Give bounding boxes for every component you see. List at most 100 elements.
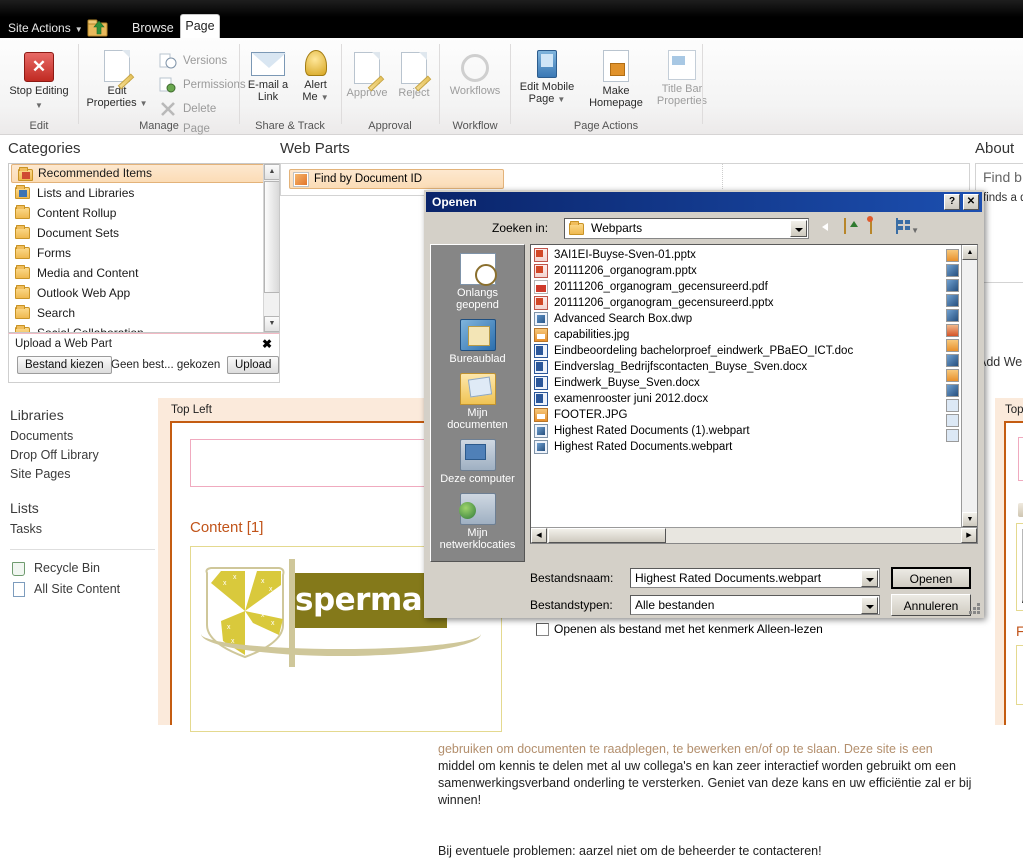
delete-page-button[interactable]: Delete Page	[157, 99, 239, 135]
scroll-thumb[interactable]	[548, 528, 666, 543]
file-list-item[interactable]: examenrooster juni 2012.docx	[532, 391, 942, 407]
new-folder-icon[interactable]	[870, 218, 890, 238]
file-list-item[interactable]: Highest Rated Documents (1).webpart	[532, 423, 942, 439]
file-list-item[interactable]: FOOTER.JPG	[532, 407, 942, 423]
category-item-content-rollup[interactable]: Content Rollup	[9, 203, 279, 223]
file-list-horizontal-scrollbar[interactable]: ◀ ▶	[531, 527, 977, 543]
dialog-titlebar[interactable]: Openen ? ✕	[426, 192, 982, 212]
category-item-lists-and-libraries[interactable]: Lists and Libraries	[9, 183, 279, 203]
file-list-vertical-scrollbar[interactable]: ▲ ▼	[961, 245, 977, 527]
up-folder-icon[interactable]	[844, 218, 864, 238]
cancel-button[interactable]: Annuleren	[891, 594, 971, 616]
filename-label: Bestandsnaam:	[530, 571, 614, 585]
make-homepage-label-2: Homepage	[589, 97, 643, 109]
title-bar-properties-button[interactable]: Title Bar Properties	[649, 50, 715, 107]
nav-item-documents[interactable]: Documents	[10, 427, 155, 446]
file-list-item[interactable]: 20111206_organogram.pptx	[532, 263, 942, 279]
filetype-combo[interactable]: Alle bestanden	[630, 595, 880, 615]
file-list-item-selected[interactable]: Highest Rated Documents.webpart	[532, 439, 942, 455]
back-icon[interactable]	[818, 219, 838, 238]
scroll-down-button[interactable]: ▼	[264, 316, 279, 332]
edit-properties-icon	[104, 50, 135, 90]
open-button[interactable]: Openen	[891, 567, 971, 589]
make-homepage-button[interactable]: Make Homepage	[581, 50, 651, 109]
chevron-down-icon[interactable]	[861, 570, 878, 587]
tab-browse[interactable]: Browse	[122, 17, 184, 39]
place-my-computer[interactable]: Deze computer	[431, 431, 524, 485]
chevron-down-icon[interactable]	[861, 597, 878, 614]
place-my-documents[interactable]: Mijn documenten	[431, 365, 524, 431]
category-item-search[interactable]: Search	[9, 303, 279, 323]
scroll-thumb[interactable]	[264, 181, 279, 293]
chevron-down-icon[interactable]: ▼	[35, 101, 43, 110]
edit-properties-button[interactable]: Edit Properties ▼	[79, 50, 155, 110]
place-network-places[interactable]: Mijn netwerklocaties	[431, 485, 524, 551]
file-list-item[interactable]: 3AI1EI-Buyse-Sven-01.pptx	[532, 247, 942, 263]
scroll-left-button[interactable]: ◀	[531, 528, 547, 543]
navigate-up-icon[interactable]	[86, 18, 110, 38]
file-list[interactable]: 3AI1EI-Buyse-Sven-01.pptx 20111206_organ…	[530, 244, 978, 544]
add-web-part-button[interactable]: Add We	[978, 355, 1022, 369]
reject-button[interactable]: Reject	[390, 52, 438, 99]
file-list-item[interactable]: Eindwerk_Buyse_Sven.docx	[532, 375, 942, 391]
category-item-document-sets[interactable]: Document Sets	[9, 223, 279, 243]
versions-button[interactable]: Versions	[157, 51, 227, 71]
powerpoint-file-icon	[534, 248, 548, 262]
look-in-combo[interactable]: Webparts	[564, 218, 809, 239]
places-bar[interactable]: Onlangs geopend Bureaublad Mijn document…	[430, 244, 525, 562]
edit-mobile-page-button[interactable]: Edit Mobile Page ▼	[511, 50, 583, 106]
upload-button[interactable]: Upload	[227, 356, 280, 374]
group-label-page-actions: Page Actions	[573, 120, 639, 132]
permissions-button[interactable]: Permissions	[157, 75, 246, 95]
category-item-outlook-web-app[interactable]: Outlook Web App	[9, 283, 279, 303]
chevron-down-icon[interactable]: ▼	[557, 95, 565, 104]
category-item-social-collaboration[interactable]: Social Collaboration	[9, 323, 279, 332]
alert-me-button[interactable]: Alert Me ▼	[293, 50, 338, 104]
web-part-item-find-by-document-id[interactable]: Find by Document ID	[289, 169, 504, 189]
web-parts-title: Web Parts	[280, 140, 350, 157]
categories-scrollbar[interactable]: ▲ ▼	[263, 164, 279, 332]
file-list-item[interactable]: Eindbeoordeling bachelorproef_eindwerk_P…	[532, 343, 942, 359]
scroll-down-button[interactable]: ▼	[962, 512, 977, 527]
email-link-button[interactable]: E-mail a Link	[243, 52, 293, 103]
nav-item-recycle-bin[interactable]: Recycle Bin	[10, 558, 155, 579]
file-list-item[interactable]: capabilities.jpg	[532, 327, 942, 343]
scroll-up-button[interactable]: ▲	[962, 245, 977, 260]
categories-list[interactable]: Recommended Items Lists and Libraries Co…	[8, 163, 280, 333]
site-actions-menu[interactable]: Site Actions ▼	[8, 21, 83, 35]
help-button[interactable]: ?	[944, 194, 960, 210]
search-webpart-placeholder-right[interactable]	[1018, 437, 1023, 481]
place-desktop[interactable]: Bureaublad	[431, 311, 524, 365]
workflows-button[interactable]: Workflows	[437, 54, 513, 97]
nav-item-drop-off-library[interactable]: Drop Off Library	[10, 446, 155, 465]
category-item-recommended-items[interactable]: Recommended Items	[11, 164, 277, 183]
scroll-right-button[interactable]: ▶	[961, 528, 977, 543]
chevron-down-icon[interactable]	[790, 220, 807, 237]
filename-combo[interactable]: Highest Rated Documents.webpart	[630, 568, 880, 588]
chevron-down-icon[interactable]: ▼	[321, 93, 329, 102]
file-list-item[interactable]: 20111206_organogram_gecensureerd.pptx	[532, 295, 942, 311]
file-list-item[interactable]: Eindverslag_Bedrijfscontacten_Buyse_Sven…	[532, 359, 942, 375]
nav-item-site-pages[interactable]: Site Pages	[10, 465, 155, 484]
file-list-item[interactable]: Advanced Search Box.dwp	[532, 311, 942, 327]
body-paragraph: middel om kennis te delen met al uw coll…	[438, 759, 972, 807]
place-recent-documents[interactable]: Onlangs geopend	[431, 245, 524, 311]
close-button[interactable]: ✕	[963, 194, 979, 210]
choose-file-button[interactable]: Bestand kiezen	[17, 356, 112, 374]
tab-page[interactable]: Page	[180, 14, 220, 38]
nav-item-tasks[interactable]: Tasks	[10, 520, 155, 539]
views-icon[interactable]: ▼	[896, 218, 919, 238]
nav-item-all-site-content[interactable]: All Site Content	[10, 579, 155, 600]
category-item-forms[interactable]: Forms	[9, 243, 279, 263]
readonly-checkbox[interactable]	[536, 623, 549, 636]
category-item-media-and-content[interactable]: Media and Content	[9, 263, 279, 283]
close-icon[interactable]: ✖	[262, 337, 272, 351]
resize-grip[interactable]	[966, 600, 980, 614]
approve-button[interactable]: Approve	[342, 52, 392, 99]
stop-editing-button[interactable]: Stop Editing ▼	[1, 52, 77, 111]
scroll-up-button[interactable]: ▲	[264, 164, 279, 180]
bell-icon	[304, 50, 327, 76]
dialog-main: Onlangs geopend Bureaublad Mijn document…	[430, 244, 978, 564]
file-list-item[interactable]: 20111206_organogram_gecensureerd.pdf	[532, 279, 942, 295]
chevron-down-icon[interactable]: ▼	[140, 99, 148, 108]
